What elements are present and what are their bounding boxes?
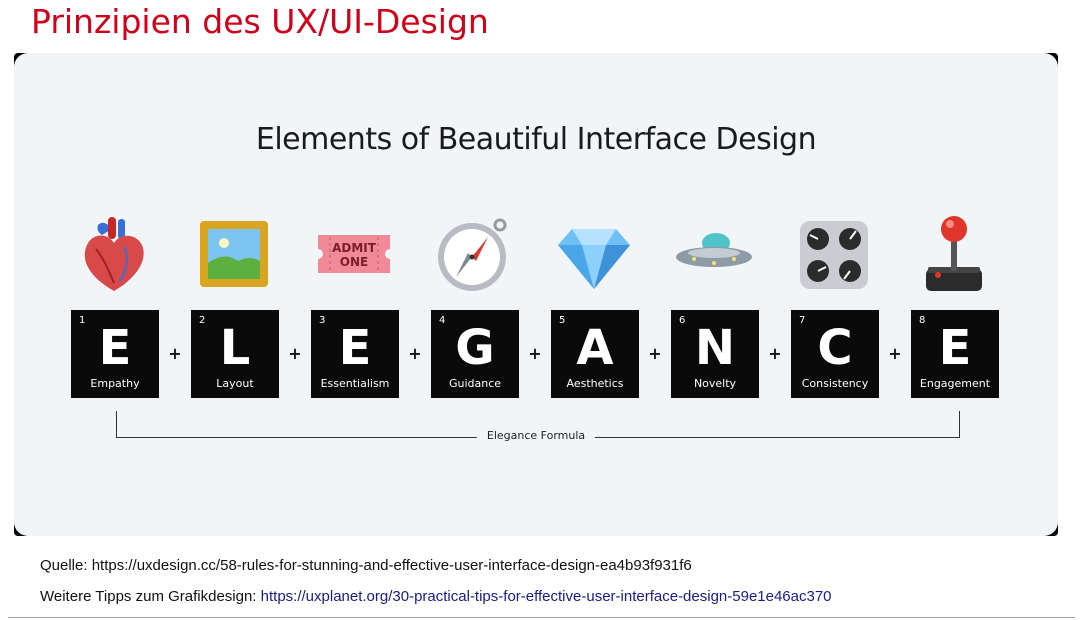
tile-engagement: 8 E Engagement (911, 310, 999, 398)
tile-novelty: 6 N Novelty (671, 310, 759, 398)
source-citation: Quelle: https://uxdesign.cc/58-rules-for… (40, 557, 692, 574)
svg-text:ADMIT: ADMIT (332, 241, 377, 255)
tile-empathy: 1 E Empathy (71, 310, 159, 398)
gem-icon (554, 213, 634, 295)
formula-label: Elegance Formula (476, 429, 596, 442)
tile-letter: E (938, 320, 972, 376)
flying-saucer-icon (674, 213, 754, 295)
tile-word: Layout (216, 377, 254, 390)
tile-word: Empathy (90, 377, 140, 390)
tile-word: Aesthetics (566, 377, 624, 390)
slide-title: Prinzipien des UX/UI-Design (31, 2, 489, 41)
plus-sign: + (648, 344, 662, 363)
tile-letter: L (219, 320, 251, 376)
tile-word: Essentialism (320, 377, 390, 390)
plus-sign: + (888, 344, 902, 363)
tile-letter: G (455, 320, 495, 376)
infographic-panel: Elements of Beautiful Interface Design A… (14, 53, 1058, 536)
tile-letter: A (576, 320, 614, 376)
tips-link[interactable]: https://uxplanet.org/30-practical-tips-f… (261, 588, 832, 605)
tile-letter: E (338, 320, 372, 376)
infographic-heading: Elements of Beautiful Interface Design (255, 122, 817, 157)
framed-picture-icon (194, 213, 274, 295)
tile-consistency: 7 C Consistency (791, 310, 879, 398)
plus-sign: + (528, 344, 542, 363)
control-knobs-icon (794, 213, 874, 295)
compass-icon (434, 213, 514, 295)
plus-sign: + (168, 344, 182, 363)
admission-ticket-icon: ADMIT ONE (314, 213, 394, 295)
tile-letter: N (694, 320, 736, 376)
tile-layout: 2 L Layout (191, 310, 279, 398)
tile-word: Novelty (693, 377, 737, 390)
tile-letter: C (817, 320, 853, 376)
tile-word: Guidance (448, 377, 502, 390)
tips-prefix: Weitere Tipps zum Grafikdesign: (40, 588, 261, 605)
tips-line: Weitere Tipps zum Grafikdesign: https://… (40, 588, 832, 605)
tile-word: Engagement (919, 377, 991, 390)
tile-guidance: 4 G Guidance (431, 310, 519, 398)
tile-word: Consistency (801, 377, 869, 390)
tile-essentialism: 3 E Essentialism (311, 310, 399, 398)
tile-letter: E (98, 320, 132, 376)
elegance-infographic: Elements of Beautiful Interface Design A… (14, 53, 1058, 536)
bottom-divider (8, 617, 1075, 618)
tile-aesthetics: 5 A Aesthetics (551, 310, 639, 398)
plus-sign: + (288, 344, 302, 363)
svg-text:ONE: ONE (340, 255, 368, 269)
plus-sign: + (768, 344, 782, 363)
plus-sign: + (408, 344, 422, 363)
anatomical-heart-icon (74, 213, 154, 295)
joystick-icon (914, 213, 994, 295)
